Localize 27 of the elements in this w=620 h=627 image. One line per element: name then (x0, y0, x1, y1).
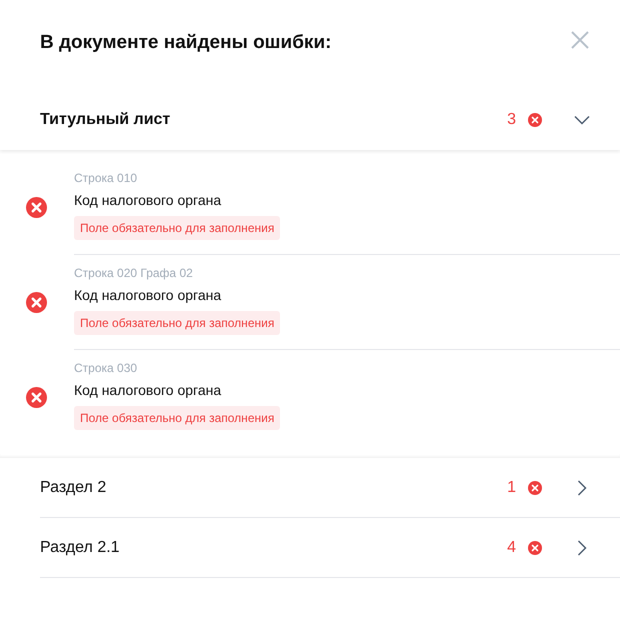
close-icon[interactable] (570, 30, 590, 50)
section-title: Раздел 2 (40, 478, 108, 496)
error-message: Поле обязательно для заполнения (74, 216, 280, 240)
dialog-title: В документе найдены ошибки: (40, 32, 332, 54)
error-icon (528, 113, 542, 127)
error-icon (528, 480, 542, 494)
error-location: Строка 010 (74, 171, 138, 185)
section-header[interactable]: Раздел 2 1 (40, 458, 620, 518)
error-icon (26, 292, 47, 313)
error-count: 1 (507, 478, 516, 496)
error-icon (26, 386, 47, 408)
error-message: Поле обязательно для заполнения (74, 406, 280, 430)
section-header[interactable]: Титульный лист 3 (0, 90, 620, 150)
field-name: Код налогового органа (74, 287, 222, 303)
field-name: Код налогового органа (74, 382, 222, 398)
section-header[interactable]: Раздел 2.1 4 (40, 518, 620, 578)
error-message: Поле обязательно для заполнения (74, 311, 280, 335)
chevron-down-icon (574, 115, 590, 125)
error-location: Строка 020 Графа 02 (74, 266, 194, 280)
error-location: Строка 030 (74, 361, 138, 375)
field-name: Код налогового органа (74, 192, 222, 208)
error-icon (528, 540, 542, 554)
error-count: 4 (507, 538, 516, 556)
error-icon (26, 197, 47, 218)
section-title: Титульный лист (40, 111, 172, 129)
section-title: Раздел 2.1 (40, 538, 121, 556)
error-count: 3 (507, 111, 516, 129)
